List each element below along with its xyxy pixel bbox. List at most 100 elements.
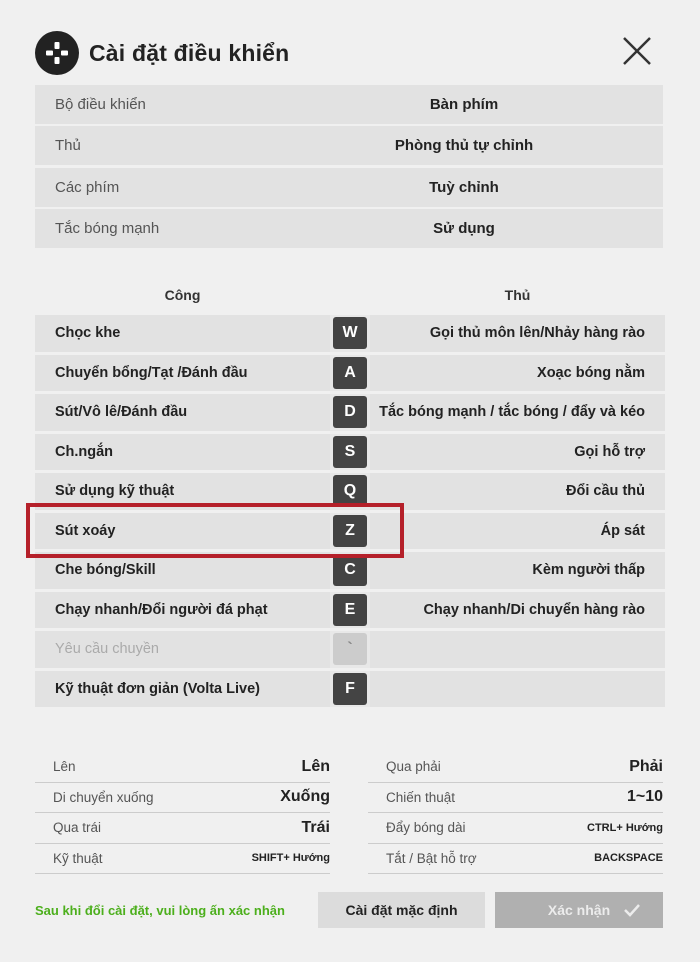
movement-value: BACKSPACE xyxy=(594,852,663,865)
movement-value: Xuống xyxy=(280,788,330,806)
attack-action: Sử dụng kỹ thuật xyxy=(35,473,330,510)
settings-list: Bộ điều khiển Bàn phím Thủ Phòng thủ tự … xyxy=(35,85,663,250)
dialog-header: Cài đặt điều khiển xyxy=(35,30,289,76)
defense-action: Kèm người thấp xyxy=(370,552,665,589)
movement-column-right: Qua phải Phải Chiến thuật 1~10 Đẩy bóng … xyxy=(368,752,663,874)
movement-value: 1~10 xyxy=(626,788,663,806)
movement-row: Di chuyển xuống Xuống xyxy=(35,783,330,813)
attack-header: Công xyxy=(164,287,201,303)
setting-value: Tuỳ chỉnh xyxy=(429,178,499,196)
setting-value: Sử dụng xyxy=(433,219,495,237)
attack-action: Chọc khe xyxy=(35,315,330,352)
keymap-row-highlighted[interactable]: Sút xoáy Z Áp sát xyxy=(35,512,665,549)
movement-row: Đẩy bóng dài CTRL+ Hướng xyxy=(368,813,663,844)
keymap-row[interactable]: Yêu cầu chuyền ` xyxy=(35,631,665,668)
movement-label: Qua phải xyxy=(386,759,441,775)
keymap-row[interactable]: Sử dụng kỹ thuật Q Đổi cầu thủ xyxy=(35,473,665,510)
key-badge[interactable]: W xyxy=(333,317,367,350)
movement-label: Đẩy bóng dài xyxy=(386,820,466,836)
attack-action: Yêu cầu chuyền xyxy=(35,631,330,668)
defense-action: Gọi hỗ trợ xyxy=(370,433,665,470)
key-cell: D xyxy=(330,394,370,431)
defense-action: Gọi thủ môn lên/Nhảy hàng rào xyxy=(370,315,665,352)
movement-row: Chiến thuật 1~10 xyxy=(368,783,663,813)
key-badge[interactable]: F xyxy=(333,672,367,705)
key-cell: F xyxy=(330,670,370,707)
defense-action: Áp sát xyxy=(370,512,665,549)
attack-action: Sút xoáy xyxy=(35,512,330,549)
movement-label: Qua trái xyxy=(53,820,102,836)
movement-row: Qua phải Phải xyxy=(368,752,663,783)
movement-row: Kỹ thuật SHIFT+ Hướng xyxy=(35,844,330,874)
defense-header: Thủ xyxy=(504,287,531,303)
movement-value: SHIFT+ Hướng xyxy=(251,852,330,865)
key-badge[interactable]: C xyxy=(333,554,367,587)
attack-action: Chạy nhanh/Đổi người đá phạt xyxy=(35,591,330,628)
close-icon[interactable] xyxy=(618,32,656,70)
movement-column-left: Lên Lên Di chuyển xuống Xuống Qua trái T… xyxy=(35,752,330,874)
defense-action: Chạy nhanh/Di chuyển hàng rào xyxy=(370,591,665,628)
attack-action: Kỹ thuật đơn giản (Volta Live) xyxy=(35,670,330,707)
key-badge[interactable]: Q xyxy=(333,475,367,508)
setting-controller[interactable]: Bộ điều khiển Bàn phím xyxy=(35,85,663,124)
key-badge[interactable]: A xyxy=(333,356,367,389)
keymap-row[interactable]: Kỹ thuật đơn giản (Volta Live) F xyxy=(35,670,665,707)
setting-strong-tackle[interactable]: Tắc bóng mạnh Sử dụng xyxy=(35,208,663,248)
key-cell: ` xyxy=(330,631,370,668)
movement-label: Tắt / Bật hỗ trợ xyxy=(386,850,477,866)
keymap-column-headers: Công Thủ xyxy=(35,287,665,309)
dialog-title: Cài đặt điều khiển xyxy=(89,39,290,66)
setting-defense[interactable]: Thủ Phòng thủ tự chỉnh xyxy=(35,126,663,166)
confirm-note: Sau khi đổi cài đặt, vui lòng ấn xác nhậ… xyxy=(35,903,285,918)
key-badge[interactable]: S xyxy=(333,435,367,468)
movement-value: Trái xyxy=(301,818,330,836)
attack-action: Ch.ngắn xyxy=(35,433,330,470)
setting-value: Bàn phím xyxy=(429,96,499,113)
keymap-row[interactable]: Ch.ngắn S Gọi hỗ trợ xyxy=(35,433,665,470)
confirm-label: Xác nhận xyxy=(547,902,611,918)
keymap-row[interactable]: Chọc khe W Gọi thủ môn lên/Nhảy hàng rào xyxy=(35,315,665,352)
control-settings-dialog: Cài đặt điều khiển Bộ điều khiển Bàn phí… xyxy=(0,0,700,962)
key-cell: S xyxy=(330,433,370,470)
key-cell: W xyxy=(330,315,370,352)
defense-action: Đổi cầu thủ xyxy=(370,473,665,510)
keymap-row[interactable]: Chuyển bổng/Tạt /Đánh đầu A Xoạc bóng nằ… xyxy=(35,354,665,391)
key-cell: Q xyxy=(330,473,370,510)
movement-row: Tắt / Bật hỗ trợ BACKSPACE xyxy=(368,844,663,874)
keymap-row[interactable]: Sút/Vô lê/Đánh đầu D Tắc bóng mạnh / tắc… xyxy=(35,394,665,431)
gamepad-icon xyxy=(35,31,79,75)
movement-value: Lên xyxy=(301,757,330,775)
confirm-button[interactable]: Xác nhận xyxy=(495,892,663,928)
movement-label: Lên xyxy=(53,759,76,775)
key-badge[interactable]: Z xyxy=(333,514,367,547)
movement-label: Chiến thuật xyxy=(386,789,456,805)
movement-value: Phải xyxy=(629,757,663,775)
defense-action xyxy=(370,631,665,668)
attack-action: Che bóng/Skill xyxy=(35,552,330,589)
setting-keys[interactable]: Các phím Tuỳ chỉnh xyxy=(35,167,663,207)
key-badge[interactable]: D xyxy=(333,396,367,429)
key-badge[interactable]: E xyxy=(333,593,367,626)
attack-action: Sút/Vô lê/Đánh đầu xyxy=(35,394,330,431)
movement-label: Di chuyển xuống xyxy=(53,789,154,805)
key-cell: A xyxy=(330,354,370,391)
key-cell: C xyxy=(330,552,370,589)
movement-row: Lên Lên xyxy=(35,752,330,783)
key-cell: E xyxy=(330,591,370,628)
movement-row: Qua trái Trái xyxy=(35,813,330,844)
movement-label: Kỹ thuật xyxy=(53,850,103,866)
key-cell: Z xyxy=(330,512,370,549)
check-icon xyxy=(624,904,640,917)
keymap-row[interactable]: Che bóng/Skill C Kèm người thấp xyxy=(35,552,665,589)
defense-action: Tắc bóng mạnh / tắc bóng / đẩy và kéo xyxy=(370,394,665,431)
keymap-list: Chọc khe W Gọi thủ môn lên/Nhảy hàng rào… xyxy=(35,315,665,710)
setting-label: Các phím xyxy=(55,178,120,196)
setting-label: Tắc bóng mạnh xyxy=(55,219,160,237)
reset-default-button[interactable]: Cài đặt mặc định xyxy=(318,892,485,928)
keymap-row[interactable]: Chạy nhanh/Đổi người đá phạt E Chạy nhan… xyxy=(35,591,665,628)
setting-value: Phòng thủ tự chỉnh xyxy=(394,137,534,155)
setting-label: Bộ điều khiển xyxy=(55,96,146,113)
defense-action xyxy=(370,670,665,707)
setting-label: Thủ xyxy=(55,137,81,155)
key-badge[interactable]: ` xyxy=(333,633,367,666)
